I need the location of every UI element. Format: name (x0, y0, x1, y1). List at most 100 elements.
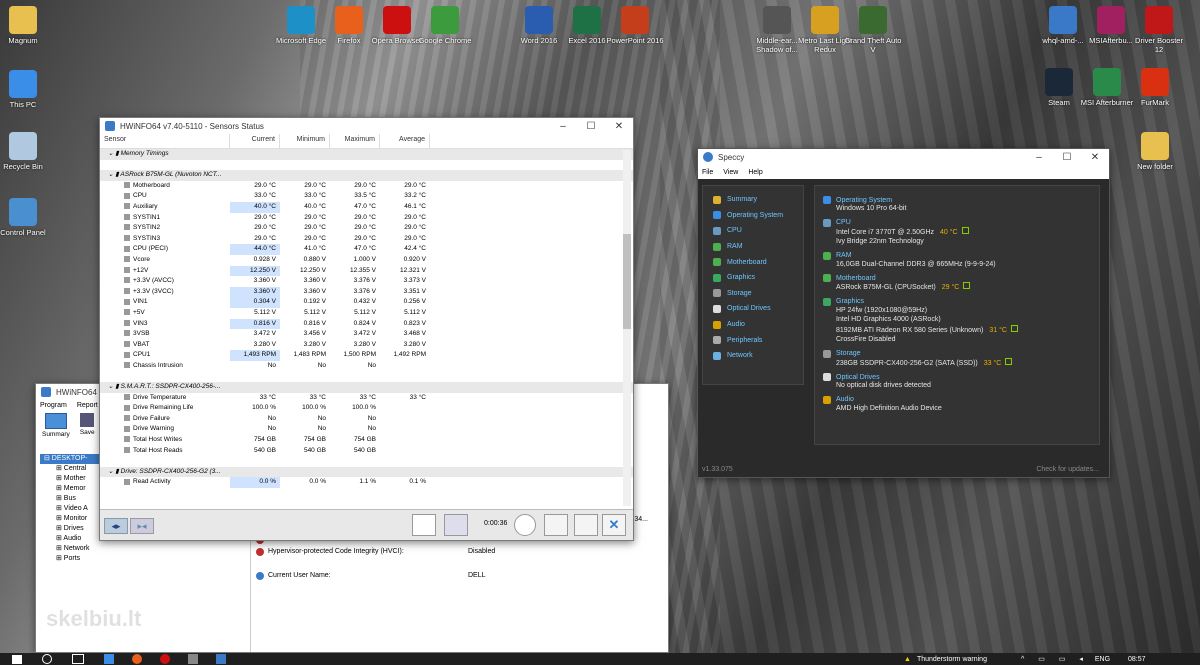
taskbar-firefox-icon[interactable] (132, 654, 142, 664)
desktop-shortcut[interactable]: Grand Theft Auto V (844, 6, 902, 54)
network-icon[interactable] (412, 514, 436, 536)
speccy-nav-item[interactable]: Audio (703, 317, 803, 333)
speccy-section-heading[interactable]: Operating System (823, 196, 1091, 204)
speccy-section-heading[interactable]: Graphics (823, 297, 1091, 306)
sensor-row[interactable]: Total Host Writes 754 GB 754 GB 754 GB (100, 435, 633, 446)
col-maximum[interactable]: Maximum (330, 134, 380, 148)
nav-left-arrows-icon[interactable]: ◂▸ (104, 518, 128, 534)
col-current[interactable]: Current (230, 134, 280, 148)
speccy-section-heading[interactable]: Optical Drives (823, 373, 1091, 381)
taskbar-app-icon[interactable] (104, 654, 114, 664)
weather-text[interactable]: Thunderstorm warning (917, 656, 987, 663)
speccy-section-heading[interactable]: RAM (823, 251, 1091, 260)
sensor-row[interactable]: Chassis Intrusion No No No (100, 361, 633, 372)
menu-view[interactable]: View (723, 169, 738, 176)
title-bar[interactable]: Speccy – ☐ ✕ (698, 149, 1109, 165)
menu-report[interactable]: Report (77, 402, 98, 409)
sensor-row[interactable]: Drive Warning No No No (100, 424, 633, 435)
tree-node[interactable]: ⊟ DESKTOP- (40, 454, 104, 464)
desktop-shortcut[interactable]: New folder (1126, 132, 1184, 171)
save-button[interactable]: Save (80, 413, 95, 443)
desktop-shortcut[interactable]: Control Panel (0, 198, 52, 237)
desktop-shortcut[interactable]: Recycle Bin (0, 132, 52, 171)
taskbar-hwinfo-icon[interactable] (188, 654, 198, 664)
sensor-row[interactable]: +3.3V (3VCC) 3.360 V 3.360 V 3.376 V 3.351 V (100, 286, 633, 298)
start-button[interactable] (12, 654, 22, 664)
sensor-row[interactable]: 3VSB 3.472 V 3.456 V 3.472 V 3.468 V (100, 329, 633, 340)
maximize-button[interactable]: ☐ (577, 118, 605, 134)
desktop-shortcut[interactable]: Driver Booster 12 (1130, 6, 1188, 54)
sensor-row[interactable]: Motherboard 29.0 °C 29.0 °C 29.0 °C 29.0 °C (100, 181, 633, 192)
sensor-row[interactable]: +5V 5.112 V 5.112 V 5.112 V 5.112 V (100, 308, 633, 319)
tree-node[interactable]: ⊞ Ports (40, 554, 246, 564)
minimize-button[interactable]: – (549, 118, 577, 134)
warning-icon[interactable]: ▲ (904, 656, 911, 663)
search-icon[interactable] (42, 654, 52, 664)
speccy-nav-item[interactable]: Operating System (703, 208, 803, 224)
speccy-nav-item[interactable]: CPU (703, 223, 803, 239)
speccy-nav-item[interactable]: Graphics (703, 270, 803, 286)
sensor-row[interactable]: VIN1 0.304 V 0.192 V 0.432 V 0.256 V (100, 297, 633, 308)
sensor-row[interactable]: Vcore 0.928 V 0.880 V 1.000 V 0.920 V (100, 255, 633, 266)
sensor-row[interactable]: SYSTIN1 29.0 °C 29.0 °C 29.0 °C 29.0 °C (100, 213, 633, 224)
close-sensors-icon[interactable]: ✕ (602, 514, 626, 536)
sensor-group-row[interactable]: ⌄ ▮ Memory Timings (100, 149, 633, 160)
speccy-nav-item[interactable]: Optical Drives (703, 301, 803, 317)
menu-help[interactable]: Help (748, 169, 762, 176)
col-average[interactable]: Average (380, 134, 430, 148)
sensor-row[interactable]: Read Activity 0.0 % 0.0 % 1.1 % 0.1 % (100, 477, 633, 488)
sensor-row[interactable]: SYSTIN3 29.0 °C 29.0 °C 29.0 °C 29.0 °C (100, 234, 633, 245)
sensor-row[interactable]: SYSTIN2 29.0 °C 29.0 °C 29.0 °C 29.0 °C (100, 223, 633, 234)
clock-text[interactable]: 08:57 (1128, 656, 1146, 663)
speccy-section-heading[interactable]: CPU (823, 218, 1091, 227)
desktop-shortcut[interactable]: FurMark (1126, 68, 1184, 107)
taskbar-speccy-icon[interactable] (216, 654, 226, 664)
nav-right-arrows-icon[interactable]: ▸◂ (130, 518, 154, 534)
add-report-icon[interactable] (544, 514, 568, 536)
summary-button[interactable]: Summary (42, 413, 70, 443)
sensor-row[interactable]: Total Host Reads 540 GB 540 GB 540 GB (100, 446, 633, 457)
speccy-section-heading[interactable]: Motherboard (823, 274, 1091, 282)
speccy-window[interactable]: Speccy – ☐ ✕ File View Help Summary Opera… (697, 148, 1110, 478)
maximize-button[interactable]: ☐ (1053, 149, 1081, 165)
sensor-row[interactable]: Drive Failure No No No (100, 414, 633, 425)
sensor-row[interactable]: VIN3 0.816 V 0.816 V 0.824 V 0.823 V (100, 318, 633, 330)
menu-program[interactable]: Program (40, 402, 67, 409)
desktop-shortcut[interactable]: PowerPoint 2016 (606, 6, 664, 45)
sensor-row[interactable]: VBAT 3.280 V 3.280 V 3.280 V 3.280 V (100, 340, 633, 351)
speccy-nav-item[interactable]: Network (703, 348, 803, 364)
minimize-button[interactable]: – (1025, 149, 1053, 165)
desktop-shortcut[interactable]: Google Chrome (416, 6, 474, 45)
sensor-row[interactable]: +12V 12.250 V 12.250 V 12.355 V 12.321 V (100, 265, 633, 277)
sensor-group-row[interactable]: ⌄ ▮ Drive: SSDPR-CX400-256-G2 (3... (100, 466, 633, 478)
scrollbar-thumb[interactable] (623, 234, 631, 329)
sensor-group-row[interactable]: ⌄ ▮ S.M.A.R.T.: SSDPR-CX400-256-... (100, 382, 633, 393)
title-bar[interactable]: HWiNFO64 v7.40-5110 - Sensors Status – ☐… (100, 118, 633, 134)
speccy-nav-item[interactable]: Storage (703, 286, 803, 302)
task-view-icon[interactable] (72, 654, 84, 664)
taskbar-opera-icon[interactable] (160, 654, 170, 664)
sensor-row[interactable]: CPU (PECI) 44.0 °C 41.0 °C 47.0 °C 42.4 °C (100, 244, 633, 255)
col-minimum[interactable]: Minimum (280, 134, 330, 148)
hwinfo-sensors-window[interactable]: HWiNFO64 v7.40-5110 - Sensors Status – ☐… (99, 117, 634, 541)
col-sensor[interactable]: Sensor (100, 134, 230, 148)
sensor-row[interactable]: Drive Temperature 33 °C 33 °C 33 °C 33 °C (100, 393, 633, 404)
sensor-row[interactable]: +3.3V (AVCC) 3.360 V 3.360 V 3.376 V 3.373 V (100, 276, 633, 287)
language-indicator[interactable]: ENG (1095, 656, 1110, 663)
sensor-row[interactable]: Drive Remaining Life 100.0 % 100.0 % 100.0 … (100, 403, 633, 414)
sensor-row[interactable]: CPU1 1,493 RPM 1,483 RPM 1,500 RPM 1,492 RPM (100, 350, 633, 361)
close-button[interactable]: ✕ (605, 118, 633, 134)
desktop-shortcut[interactable]: Magnum (0, 6, 52, 45)
speccy-section-heading[interactable]: Audio (823, 395, 1091, 404)
check-updates-link[interactable]: Check for updates... (1036, 466, 1099, 473)
sensor-row[interactable]: Auxiliary 40.0 °C 40.0 °C 47.0 °C 46.1 °C (100, 201, 633, 213)
speccy-nav-item[interactable]: RAM (703, 239, 803, 255)
sensor-group-row[interactable]: ⌄ ▮ ASRock B75M-GL (Nuvoton NCT... (100, 170, 633, 181)
sensor-row[interactable]: CPU 33.0 °C 33.0 °C 33.5 °C 33.2 °C (100, 191, 633, 202)
settings-icon[interactable] (574, 514, 598, 536)
sensor-sync-icon[interactable] (444, 514, 468, 536)
speccy-nav-item[interactable]: Motherboard (703, 254, 803, 270)
close-button[interactable]: ✕ (1081, 149, 1109, 165)
scrollbar[interactable] (623, 150, 631, 506)
clock-icon[interactable] (514, 514, 536, 536)
